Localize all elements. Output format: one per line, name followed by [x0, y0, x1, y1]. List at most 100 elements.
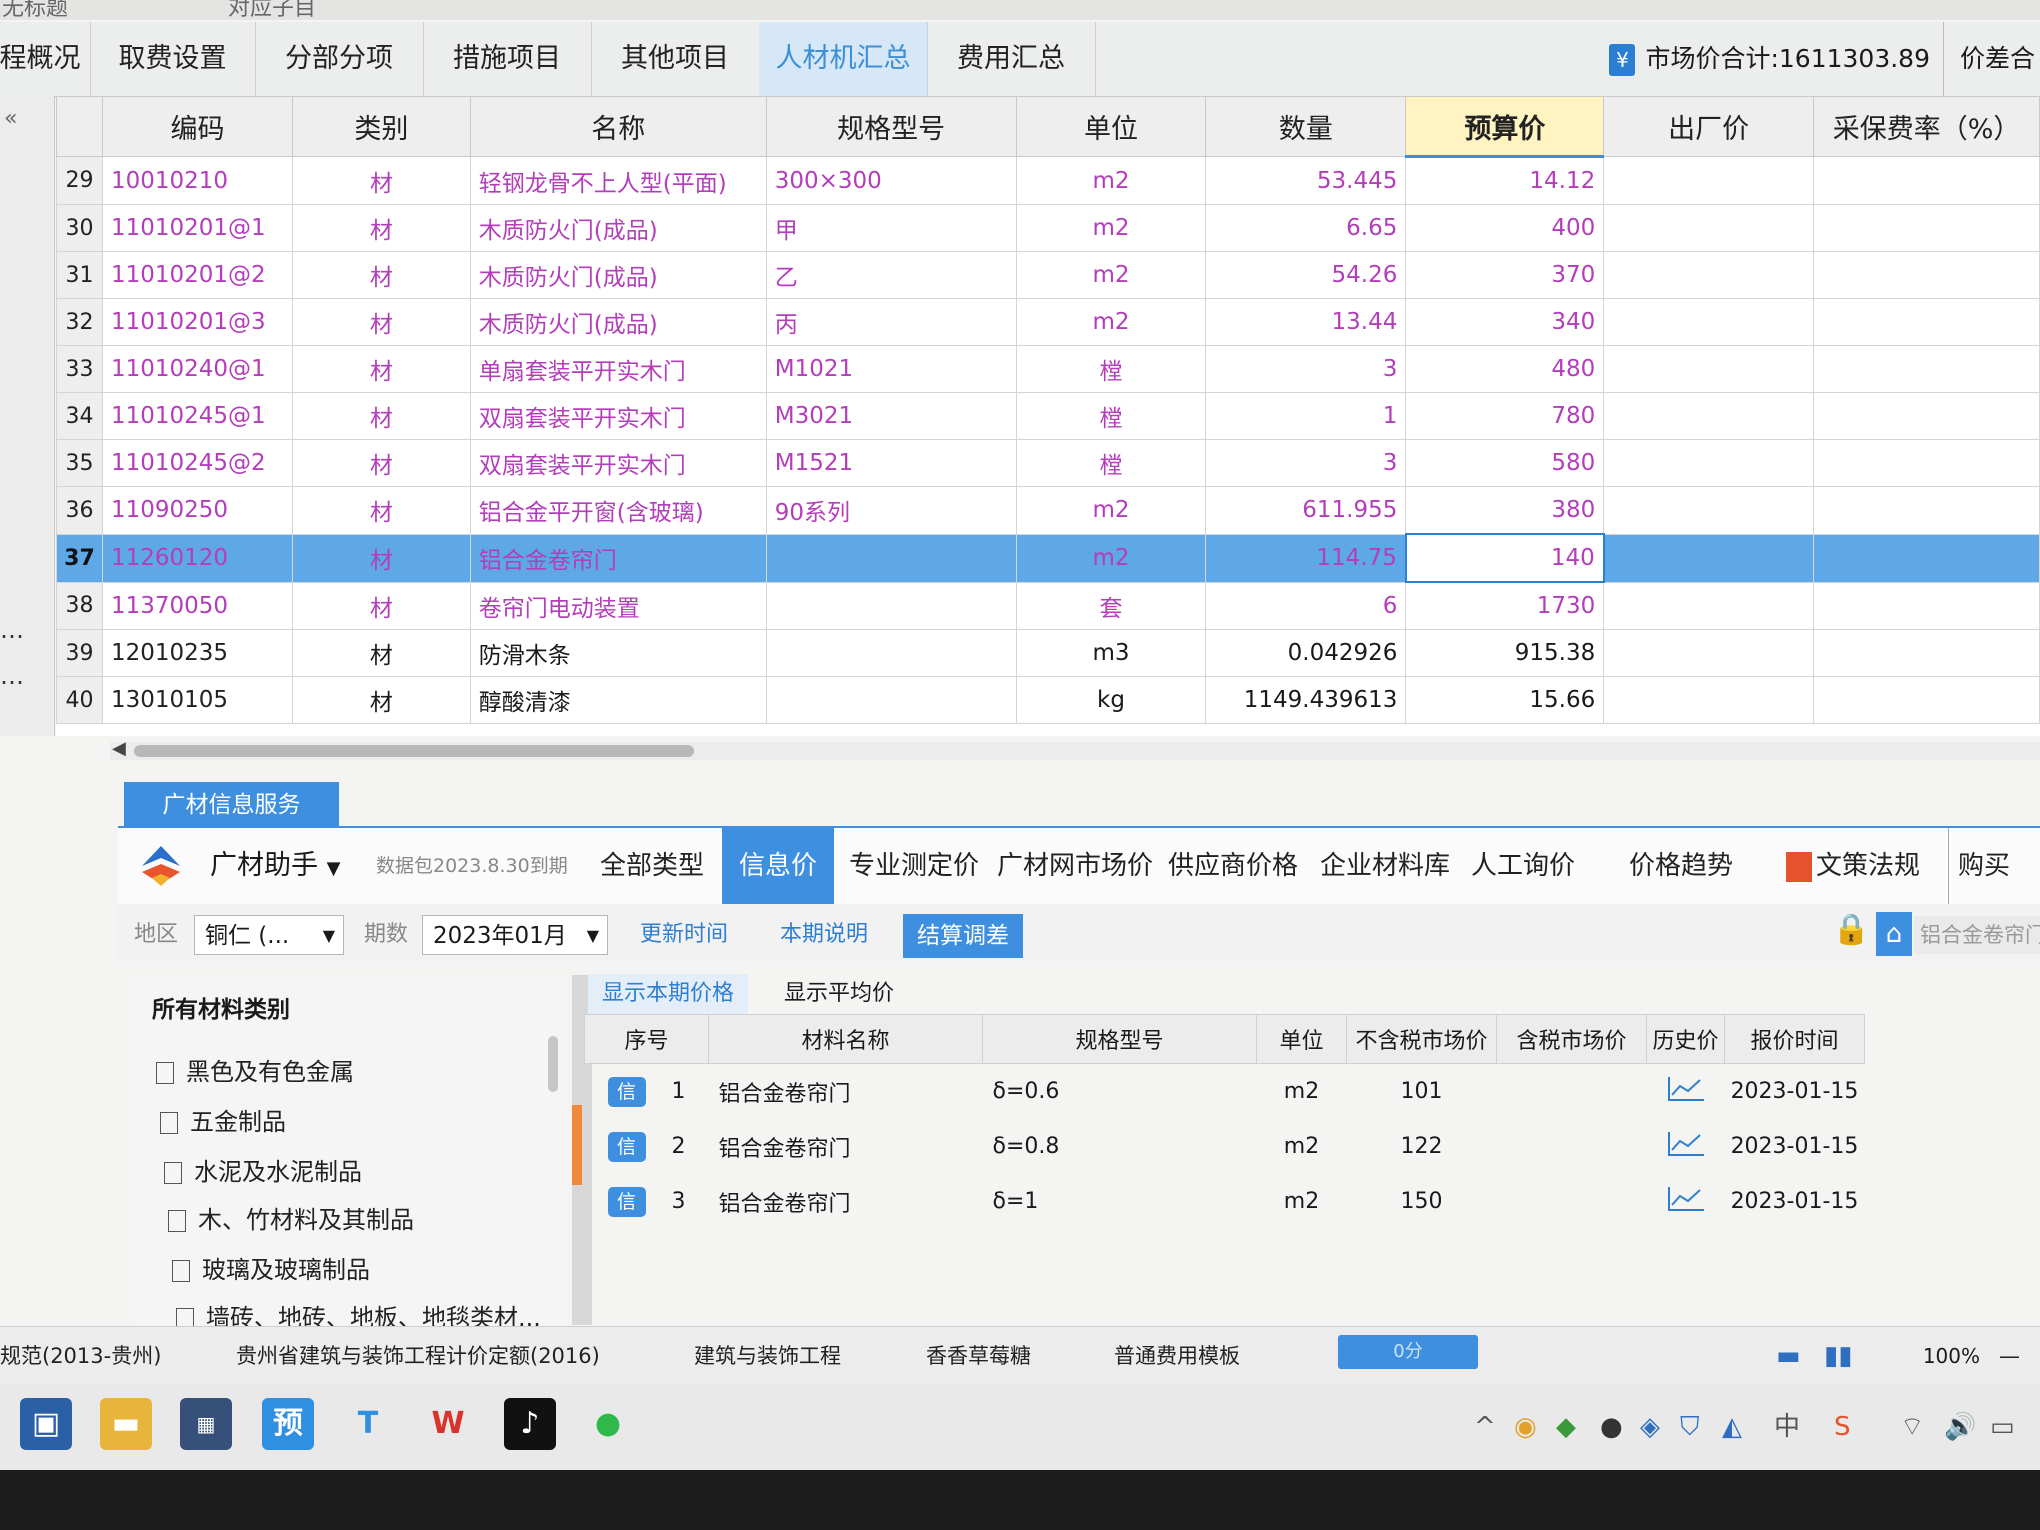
cell-quantity[interactable]: 6: [1205, 581, 1407, 630]
cell-code[interactable]: 11260120: [101, 533, 293, 583]
header-category[interactable]: 类别: [291, 96, 471, 157]
table-row[interactable]: 33 11010240@1 材单扇套装平开实木门 M1021 樘 3 480: [56, 345, 2040, 393]
info-header-spec[interactable]: 规格型号: [982, 1014, 1257, 1064]
tab-cost-summary[interactable]: 费用汇总: [927, 22, 1096, 96]
service-tab-labor-inquiry[interactable]: 人工询价: [1464, 828, 1582, 904]
info-badge[interactable]: 信: [607, 1131, 646, 1162]
cell-name[interactable]: 双扇套装平开实木门: [469, 392, 767, 440]
cell-spec[interactable]: 丙: [765, 298, 1017, 346]
category-item[interactable]: 玻璃及玻璃制品: [172, 1250, 370, 1285]
cell-category[interactable]: 材: [291, 392, 471, 440]
cell-quantity[interactable]: 3: [1205, 439, 1407, 487]
cell-budget-price[interactable]: 780: [1405, 392, 1605, 440]
table-row[interactable]: 29 10010210 材轻钢龙骨不上人型(平面) 300×300 m2 53.445 14…: [56, 156, 2040, 205]
cell-budget-price[interactable]: 400: [1405, 204, 1605, 252]
category-item[interactable]: 五金制品: [160, 1102, 286, 1137]
cell-budget-price[interactable]: 140: [1404, 533, 1605, 583]
shield-icon[interactable]: ⛉: [1680, 1384, 1700, 1470]
settle-adjust-button[interactable]: 结算调差: [903, 914, 1023, 958]
wechat-app-icon[interactable]: ●: [582, 1398, 634, 1450]
info-header-history[interactable]: 历史价: [1646, 1014, 1725, 1064]
cell-code[interactable]: 13010105: [101, 676, 293, 724]
cell-spec[interactable]: [765, 581, 1017, 630]
service-tab-regulations[interactable]: 文策法规汇: [1778, 828, 1928, 957]
cell-unit[interactable]: 樘: [1015, 392, 1207, 440]
info-table-row[interactable]: 信 1 铝合金卷帘门 δ=0.6 m2 101 2023-01-15: [585, 1064, 1865, 1120]
cell-quantity[interactable]: 53.445: [1205, 156, 1407, 205]
cell-spec[interactable]: 甲: [765, 204, 1017, 252]
info-header-quote-time[interactable]: 报价时间: [1724, 1014, 1865, 1064]
cell-code[interactable]: 11370050: [101, 581, 293, 630]
scroll-left-icon[interactable]: ◀: [112, 738, 126, 759]
cell-factory-price[interactable]: [1603, 486, 1815, 535]
cell-unit[interactable]: 套: [1015, 581, 1207, 630]
header-unit[interactable]: 单位: [1015, 96, 1207, 157]
trend-chart-icon[interactable]: [1667, 1186, 1704, 1211]
cell-name[interactable]: 单扇套装平开实木门: [469, 345, 767, 393]
cell-procurement-rate[interactable]: [1813, 298, 2040, 346]
view-split-icon[interactable]: ▮▮: [1824, 1327, 1853, 1385]
info-table-row[interactable]: 信 3 铝合金卷帘门 δ=1 m2 150 2023-01-15: [585, 1174, 1865, 1229]
cell-budget-price[interactable]: 915.38: [1405, 629, 1605, 677]
cell-category[interactable]: 材: [291, 676, 471, 724]
cell-category[interactable]: 材: [291, 533, 471, 583]
trend-chart-icon[interactable]: [1667, 1131, 1704, 1156]
info-header-price-incl-tax[interactable]: 含税市场价: [1496, 1014, 1647, 1064]
cell-code[interactable]: 11090250: [101, 486, 293, 535]
tab-fee-settings[interactable]: 取费设置: [90, 22, 256, 96]
scrollbar-thumb[interactable]: [134, 745, 694, 757]
cell-name[interactable]: 防滑木条: [469, 629, 767, 677]
table-row[interactable]: 31 11010201@2 材木质防火门(成品) 乙 m2 54.26 370: [56, 251, 2040, 299]
table-row[interactable]: 38 11370050 材卷帘门电动装置 套 6 1730: [56, 581, 2040, 630]
input-method-indicator[interactable]: 中: [1774, 1384, 1800, 1470]
cell-name[interactable]: 醇酸清漆: [469, 676, 767, 724]
cell-procurement-rate[interactable]: [1813, 676, 2040, 724]
info-service-tab[interactable]: 广材信息服务: [124, 782, 339, 828]
cell-unit[interactable]: m2: [1015, 298, 1207, 346]
tray-app-icon[interactable]: ◈: [1640, 1384, 1660, 1470]
store-app-icon[interactable]: ▣: [20, 1398, 72, 1450]
category-item[interactable]: 水泥及水泥制品: [164, 1152, 362, 1187]
yu-app-icon[interactable]: 预: [262, 1398, 314, 1450]
region-select[interactable]: 铜仁 (... ▼: [194, 915, 344, 955]
subtab-current-price[interactable]: 显示本期价格: [588, 974, 749, 1014]
cell-category[interactable]: 材: [291, 156, 471, 205]
cell-procurement-rate[interactable]: [1813, 533, 2040, 583]
cell-procurement-rate[interactable]: [1813, 439, 2040, 487]
cell-category[interactable]: 材: [291, 204, 471, 252]
table-row[interactable]: 32 11010201@3 材木质防火门(成品) 丙 m2 13.44 340: [56, 298, 2040, 346]
cell-procurement-rate[interactable]: [1813, 581, 2040, 630]
cell-procurement-rate[interactable]: [1813, 251, 2040, 299]
header-factory-price[interactable]: 出厂价: [1603, 96, 1815, 157]
unlock-icon[interactable]: ⌂: [1876, 912, 1912, 956]
info-badge[interactable]: 信: [607, 1186, 646, 1217]
cell-unit[interactable]: kg: [1015, 676, 1207, 724]
cell-factory-price[interactable]: [1603, 676, 1815, 724]
keyword-search-input[interactable]: 铝合金卷帘门: [1914, 916, 2040, 954]
cell-factory-price[interactable]: [1603, 392, 1815, 440]
cell-budget-price[interactable]: 370: [1405, 251, 1605, 299]
cell-name[interactable]: 木质防火门(成品): [469, 204, 767, 252]
cell-spec[interactable]: M1521: [765, 439, 1017, 487]
info-badge[interactable]: 信: [607, 1076, 646, 1107]
service-tab-price-trend[interactable]: 价格趋势: [1622, 828, 1740, 904]
cell-quantity[interactable]: 1: [1205, 392, 1407, 440]
cell-unit[interactable]: 樘: [1015, 345, 1207, 393]
cell-factory-price[interactable]: [1603, 156, 1815, 205]
cell-procurement-rate[interactable]: [1813, 345, 2040, 393]
cell-spec[interactable]: M1021: [765, 345, 1017, 393]
cell-name[interactable]: 铝合金卷帘门: [469, 533, 767, 583]
service-tab-professional-price[interactable]: 专业测定价: [844, 828, 984, 904]
view-list-icon[interactable]: ▬: [1776, 1327, 1801, 1385]
cell-procurement-rate[interactable]: [1813, 204, 2040, 252]
cell-factory-price[interactable]: [1603, 581, 1815, 630]
cell-category[interactable]: 材: [291, 439, 471, 487]
category-scrollbar[interactable]: [548, 1036, 558, 1092]
cell-code[interactable]: 11010245@2: [101, 439, 293, 487]
tray-app-icon[interactable]: ◭: [1722, 1384, 1742, 1470]
cell-name[interactable]: 卷帘门电动装置: [469, 581, 767, 630]
cell-quantity[interactable]: 0.042926: [1205, 629, 1407, 677]
trend-chart-icon[interactable]: [1667, 1076, 1704, 1101]
cell-name[interactable]: 双扇套装平开实木门: [469, 439, 767, 487]
category-item[interactable]: 木、竹材料及其制品: [168, 1200, 414, 1235]
